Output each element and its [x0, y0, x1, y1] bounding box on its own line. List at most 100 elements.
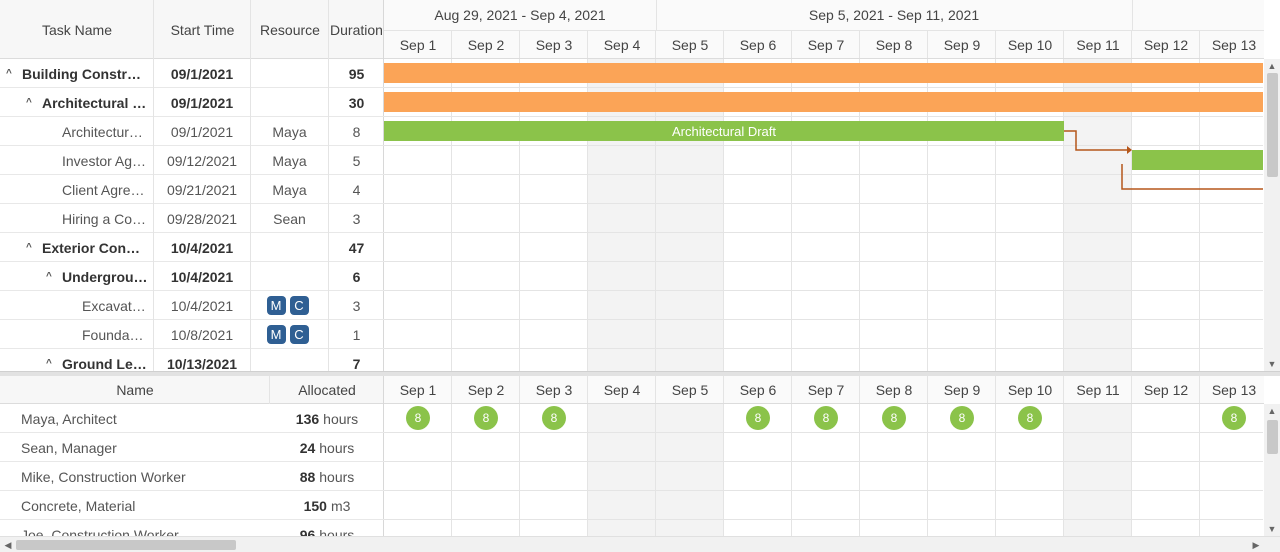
task-grid-header: Task Name Start Time Resource Duration	[0, 0, 384, 59]
collapse-caret-icon[interactable]: ^	[6, 68, 16, 79]
task-row[interactable]: Client Agre… 09/21/2021 Maya 4	[0, 175, 384, 204]
resource-row[interactable]: Mike, Construction Worker 88 hours	[0, 462, 384, 491]
start-time-cell: 09/1/2021	[170, 65, 234, 82]
task-name-cell[interactable]: Architectur…	[0, 117, 153, 146]
scroll-thumb[interactable]	[16, 540, 236, 550]
resource-cell[interactable]: MC	[251, 320, 328, 349]
day-gridline	[655, 404, 656, 536]
task-name-cell[interactable]: Founda…	[0, 320, 153, 349]
scroll-down-icon[interactable]: ▼	[1264, 357, 1280, 371]
resource-row[interactable]: Maya, Architect 136 hours	[0, 404, 384, 433]
resource-badge[interactable]: C	[289, 325, 309, 344]
allocated-amount: 96	[299, 526, 316, 537]
resource-cell[interactable]	[251, 262, 328, 291]
resource-cell[interactable]: MC	[251, 291, 328, 320]
day-gridline	[859, 404, 860, 536]
allocation-marker[interactable]: 8	[950, 406, 974, 430]
start-time-cell: 09/12/2021	[166, 152, 238, 169]
task-name: Ground Le…	[62, 355, 147, 372]
scroll-up-icon[interactable]: ▲	[1264, 59, 1280, 73]
day-label: Sep 8	[875, 36, 913, 53]
task-row[interactable]: ^ Exterior Con… 10/4/2021 47	[0, 233, 384, 262]
task-name-cell[interactable]: ^ Undergrou…	[0, 262, 153, 291]
column-header-task-name[interactable]: Task Name	[0, 0, 154, 59]
resource-row[interactable]: Joe, Construction Worker 96 hours	[0, 520, 384, 537]
column-header-start-time[interactable]: Start Time	[154, 0, 251, 59]
resource-badge[interactable]: M	[266, 325, 286, 344]
task-name-cell[interactable]: Investor Ag…	[0, 146, 153, 175]
collapse-caret-icon[interactable]: ^	[26, 242, 36, 253]
task-name-cell[interactable]: ^ Building Constr…	[0, 59, 153, 88]
scroll-thumb[interactable]	[1267, 73, 1278, 177]
task-row[interactable]: Investor Ag… 09/12/2021 Maya 5	[0, 146, 384, 175]
task-name-cell[interactable]: ^ Exterior Con…	[0, 233, 153, 262]
allocation-marker[interactable]: 8	[1222, 406, 1246, 430]
collapse-caret-icon[interactable]: ^	[46, 358, 56, 369]
column-header-allocated[interactable]: Allocated	[270, 376, 384, 404]
scroll-right-icon[interactable]: ▶	[1248, 538, 1264, 552]
day-label: Sep 12	[1143, 382, 1189, 398]
resource-cell[interactable]: Sean	[251, 204, 328, 233]
task-name: Building Constr…	[22, 65, 141, 82]
resource-row[interactable]: Concrete, Material 150 m3	[0, 491, 384, 520]
scroll-thumb[interactable]	[1267, 420, 1278, 454]
task-name-cell[interactable]: Excavat…	[0, 291, 153, 320]
dependency-link[interactable]	[1064, 130, 1128, 151]
day-gridline	[927, 404, 928, 536]
resource-grid-body: Maya, Architect 136 hours Sean, Manager 24 ho…	[0, 404, 384, 536]
resource-vertical-scrollbar[interactable]: ▲ ▼	[1264, 404, 1280, 536]
week-divider	[656, 0, 657, 30]
task-name-cell[interactable]: ^ Architectural …	[0, 88, 153, 117]
horizontal-scrollbar[interactable]: ◀ ▶	[0, 536, 1280, 552]
resource-cell[interactable]: Maya	[251, 146, 328, 175]
task-row[interactable]: ^ Undergrou… 10/4/2021 6	[0, 262, 384, 291]
week-label: Sep 5, 2021 - Sep 11, 2021	[808, 7, 980, 23]
task-name-cell[interactable]: Client Agre…	[0, 175, 153, 204]
column-header-label: Name	[116, 382, 154, 398]
scroll-up-icon[interactable]: ▲	[1264, 404, 1280, 418]
column-header-resource[interactable]: Resource	[251, 0, 329, 59]
task-row[interactable]: Hiring a Co… 09/28/2021 Sean 3	[0, 204, 384, 233]
resource-cell[interactable]	[251, 59, 328, 88]
task-row[interactable]: Founda… 10/8/2021 M C 1	[0, 320, 384, 349]
task-row[interactable]: ^ Ground Le… 10/13/2021 7	[0, 349, 384, 371]
task-row[interactable]: ^ Building Constr… 09/1/2021 95	[0, 59, 384, 88]
collapse-caret-icon[interactable]: ^	[26, 97, 36, 108]
column-header-name[interactable]: Name	[0, 376, 270, 404]
resource-name: Maya	[272, 123, 307, 140]
task-row[interactable]: Architectur… 09/1/2021 Maya 8	[0, 117, 384, 146]
scroll-left-icon[interactable]: ◀	[0, 538, 16, 552]
start-time-cell: 10/4/2021	[170, 268, 234, 285]
resource-row[interactable]: Sean, Manager 24 hours	[0, 433, 384, 462]
duration-cell: 47	[348, 239, 365, 256]
allocation-marker[interactable]: 8	[474, 406, 498, 430]
allocation-marker[interactable]: 8	[406, 406, 430, 430]
column-header-duration[interactable]: Duration	[329, 0, 384, 59]
allocation-marker[interactable]: 8	[1018, 406, 1042, 430]
resource-cell[interactable]	[251, 233, 328, 262]
allocation-marker[interactable]: 8	[746, 406, 770, 430]
start-time-cell: 09/28/2021	[166, 210, 238, 227]
resource-cell[interactable]: Maya	[251, 117, 328, 146]
duration-cell: 6	[352, 268, 361, 285]
dependency-link[interactable]	[1121, 164, 1263, 190]
task-row[interactable]: ^ Architectural … 09/1/2021 30	[0, 88, 384, 117]
timeline-vertical-scrollbar[interactable]: ▲ ▼	[1264, 59, 1280, 371]
task-name-cell[interactable]: Hiring a Co…	[0, 204, 153, 233]
collapse-caret-icon[interactable]: ^	[46, 271, 56, 282]
resource-badge[interactable]: M	[266, 296, 286, 315]
resource-badge[interactable]: C	[289, 296, 309, 315]
resource-cell[interactable]	[251, 88, 328, 117]
task-name: Excavat…	[82, 297, 146, 314]
scroll-down-icon[interactable]: ▼	[1264, 522, 1280, 536]
task-row[interactable]: Excavat… 10/4/2021 M C 3	[0, 291, 384, 320]
resource-cell[interactable]	[251, 349, 328, 371]
resource-cell[interactable]: Maya	[251, 175, 328, 204]
week-divider	[1132, 0, 1133, 30]
timeline-body: Architectural Draft	[384, 59, 1263, 371]
allocation-marker[interactable]: 8	[814, 406, 838, 430]
task-name-cell[interactable]: ^ Ground Le…	[0, 349, 153, 372]
allocation-marker[interactable]: 8	[882, 406, 906, 430]
duration-cell: 7	[352, 355, 361, 372]
allocation-marker[interactable]: 8	[542, 406, 566, 430]
